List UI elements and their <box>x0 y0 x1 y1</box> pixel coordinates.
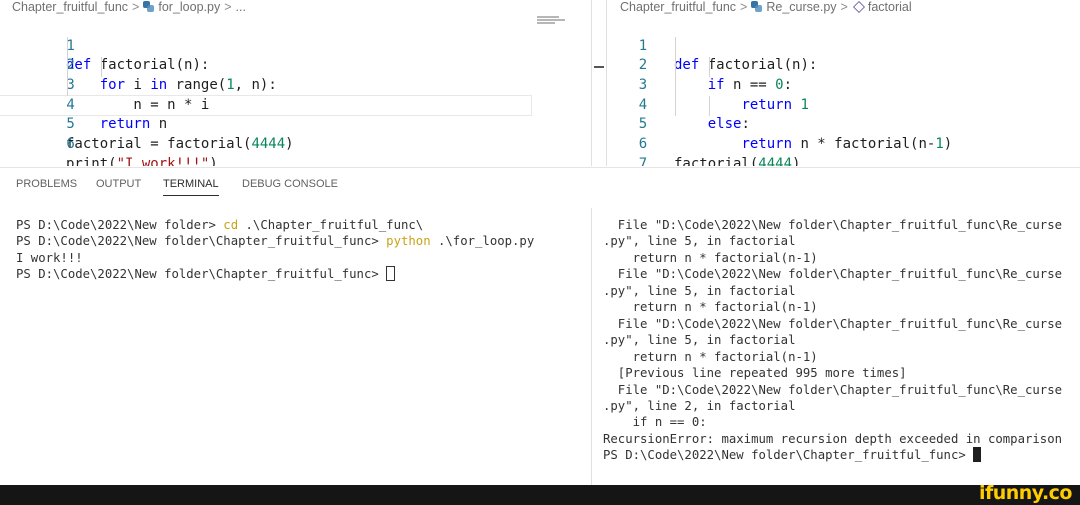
code-line[interactable]: 2 if n == 0: <box>607 37 1080 93</box>
breadcrumb: Chapter_fruitful_func > for_loop.py >... <box>12 0 246 14</box>
indent-guide <box>709 96 710 116</box>
terminal-line: if n == 0: <box>603 415 707 430</box>
code-line[interactable]: 2 for i in range(1, n): <box>0 37 591 93</box>
indent-guide <box>675 37 676 116</box>
terminal-line: return n * factorial(n-1) <box>603 300 818 315</box>
code-line[interactable]: 3 n = n * i <box>0 56 591 113</box>
tab-debug-console[interactable]: DEBUG CONSOLE <box>242 178 338 190</box>
indent-guide <box>709 57 710 77</box>
code-line[interactable]: 6 print("I work!!!") <box>0 115 591 166</box>
code-line[interactable]: 7 print("I don't!") <box>607 135 1080 166</box>
code-area[interactable]: 1 def factorial(n): 2 for i in range(1, … <box>0 17 591 166</box>
function-symbol-icon <box>852 0 865 14</box>
left-editor[interactable]: Chapter_fruitful_func > for_loop.py >... 1 … <box>0 0 591 166</box>
tab-terminal[interactable]: TERMINAL <box>163 178 219 196</box>
breadcrumb-folder[interactable]: Chapter_fruitful_func <box>12 0 128 14</box>
watermark-logo: ifunny.co <box>978 482 1073 504</box>
terminal-line: .py", line 5, in factorial <box>603 283 796 298</box>
code-text: factorial(4444) <box>674 155 801 166</box>
code-line[interactable]: 6 factorial(4444) <box>607 115 1080 166</box>
line-number: 7 <box>638 155 648 166</box>
watermark-bar: ifunny.co <box>0 482 1080 505</box>
code-line[interactable]: 1 def factorial(n): <box>607 17 1080 74</box>
chevron-right-icon: > <box>132 0 140 14</box>
bottom-panel: PROBLEMS OUTPUT TERMINAL DEBUG CONSOLE P… <box>0 167 1080 486</box>
code-line[interactable]: 4 else: <box>607 76 1080 133</box>
code-line[interactable]: 3 return 1 <box>607 56 1080 113</box>
python-file-icon <box>751 1 763 12</box>
tab-output[interactable]: OUTPUT <box>96 178 141 190</box>
terminal-right[interactable]: File "D:\Code\2022\New folder\Chapter_fr… <box>603 217 1073 464</box>
breadcrumb-file[interactable]: Re_curse.py <box>766 0 836 14</box>
chevron-right-icon: > <box>740 0 748 14</box>
breadcrumb-symbol[interactable]: ... <box>236 0 246 14</box>
terminal-line: return n * factorial(n-1) <box>603 250 818 265</box>
breadcrumb-symbol[interactable]: factorial <box>868 0 912 14</box>
terminal-line: .py", line 5, in factorial <box>603 234 796 249</box>
gutter-marker <box>594 66 604 68</box>
terminal-line: .py", line 2, in factorial <box>603 398 796 413</box>
chevron-right-icon: > <box>840 0 848 14</box>
terminal-line: File "D:\Code\2022\New folder\Chapter_fr… <box>603 382 1063 397</box>
cursor-icon <box>973 447 982 463</box>
terminal-line-error: RecursionError: maximum recursion depth … <box>603 431 1063 446</box>
terminal-line: .py", line 5, in factorial <box>603 333 796 348</box>
terminal-line: File "D:\Code\2022\New folder\Chapter_fr… <box>603 316 1063 331</box>
terminal-prompt-line[interactable]: PS D:\Code\2022\New folder\Chapter_fruit… <box>603 447 1073 463</box>
terminal-prompt-line[interactable]: PS D:\Code\2022\New folder\Chapter_fruit… <box>16 266 534 282</box>
indent-guide <box>101 57 102 77</box>
terminal-line: File "D:\Code\2022\New folder\Chapter_fr… <box>603 267 1063 282</box>
terminal-line: PS D:\Code\2022\New folder> cd .\Chapter… <box>16 218 424 232</box>
code-text: print("I work!!!") <box>66 155 218 166</box>
terminal-line: [Previous line repeated 995 more times] <box>603 366 907 381</box>
code-line-current[interactable]: 5 factorial = factorial(4444) <box>0 94 532 152</box>
terminal-left[interactable]: PS D:\Code\2022\New folder> cd .\Chapter… <box>16 217 534 283</box>
line-number: 6 <box>66 136 75 153</box>
breadcrumb-file[interactable]: for_loop.py <box>158 0 220 14</box>
tab-problems[interactable]: PROBLEMS <box>16 178 77 190</box>
terminal-line: File "D:\Code\2022\New folder\Chapter_fr… <box>603 218 1063 232</box>
code-line[interactable]: 4 return n <box>0 76 591 133</box>
python-file-icon <box>143 1 155 12</box>
breadcrumb: Chapter_fruitful_func > Re_curse.py > factor… <box>620 0 912 14</box>
code-text: factorial = factorial(4444) <box>66 136 294 153</box>
terminal-line: PS D:\Code\2022\New folder\Chapter_fruit… <box>16 234 535 249</box>
code-area[interactable]: 1 def factorial(n): 2 if n == 0: 3 retur… <box>607 17 1080 166</box>
indent-guide <box>67 37 68 96</box>
cursor-icon <box>386 266 396 282</box>
terminal-split-divider[interactable] <box>591 208 592 486</box>
code-line[interactable]: 1 def factorial(n): <box>0 17 591 74</box>
breadcrumb-folder[interactable]: Chapter_fruitful_func <box>620 0 736 14</box>
editor-split-divider[interactable] <box>591 0 592 166</box>
code-line[interactable]: 5 return n * factorial(n-1) <box>607 96 1080 152</box>
terminal-line: return n * factorial(n-1) <box>603 349 818 364</box>
terminal-command: python <box>386 234 431 249</box>
terminal-command: cd <box>223 218 239 232</box>
terminal-line: I work!!! <box>16 250 83 265</box>
chevron-right-icon: > <box>224 0 232 14</box>
right-editor[interactable]: Chapter_fruitful_func > Re_curse.py > factor… <box>607 0 1080 166</box>
